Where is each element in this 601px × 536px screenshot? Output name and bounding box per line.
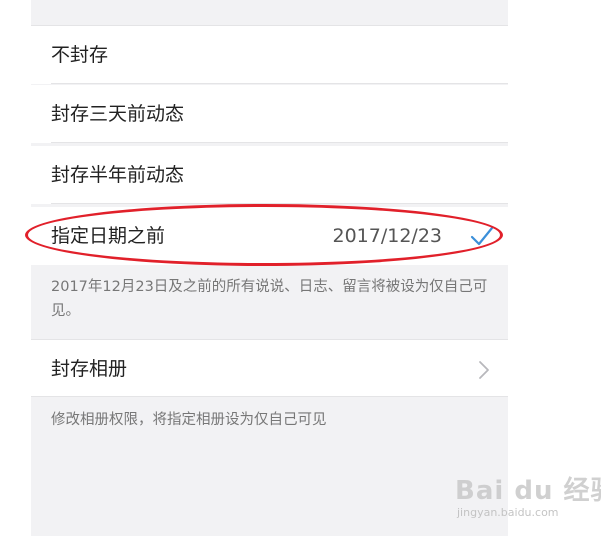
album-note: 修改相册权限，将指定相册设为仅自己可见 xyxy=(51,412,327,428)
option-archive-three-days[interactable]: 封存三天前动态 xyxy=(31,85,508,143)
archive-album-row[interactable]: 封存相册 xyxy=(31,339,508,397)
top-strip xyxy=(31,0,508,26)
album-label: 封存相册 xyxy=(51,358,128,380)
option-no-archive[interactable]: 不封存 xyxy=(31,26,508,84)
date-note: 2017年12月23日及之前的所有说说、日志、留言将被设为仅自己可见。 xyxy=(51,279,488,319)
checkmark-icon xyxy=(470,226,494,246)
option-archive-half-year[interactable]: 封存半年前动态 xyxy=(31,146,508,204)
settings-screen: 不封存 封存三天前动态 封存半年前动态 指定日期之前 2017/12/23 20… xyxy=(31,0,508,536)
option-label: 封存三天前动态 xyxy=(51,103,185,125)
option-label: 封存半年前动态 xyxy=(51,164,185,186)
chevron-right-icon xyxy=(479,361,489,379)
selected-date-value[interactable]: 2017/12/23 xyxy=(332,207,442,265)
option-label: 指定日期之前 xyxy=(51,225,166,247)
option-label: 不封存 xyxy=(51,44,109,66)
option-specified-date[interactable]: 指定日期之前 2017/12/23 xyxy=(31,207,508,265)
